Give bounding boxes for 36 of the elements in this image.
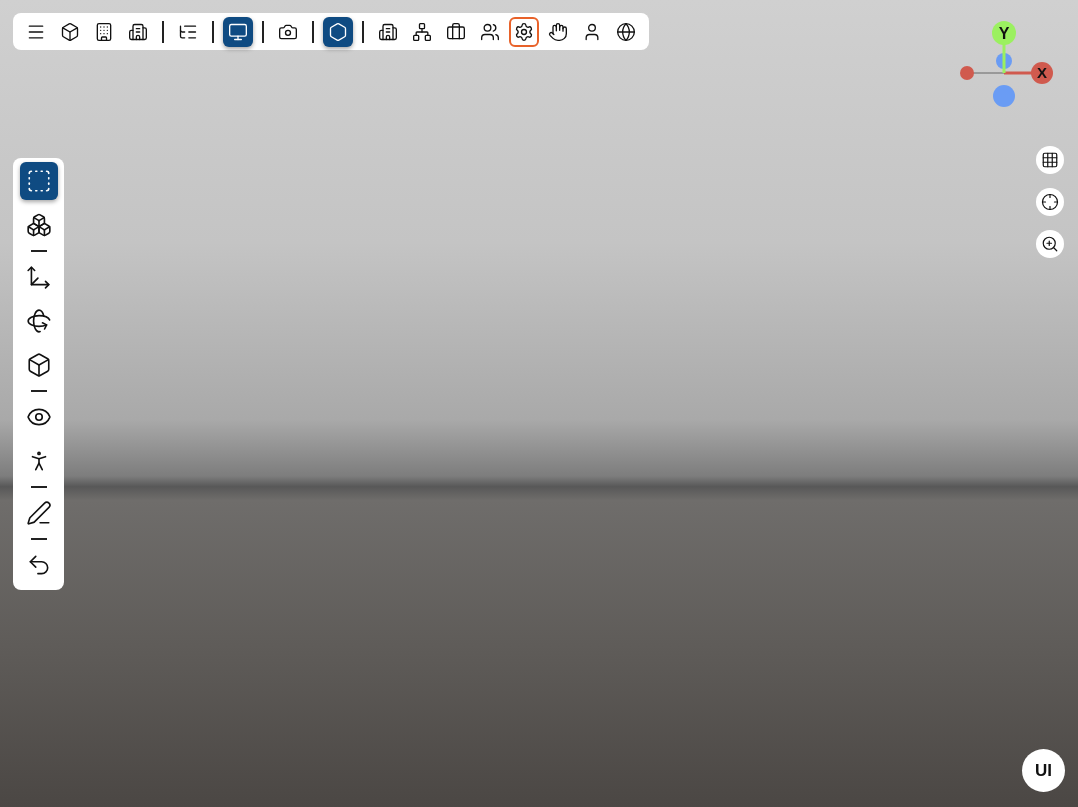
toolbar-button[interactable] — [509, 16, 539, 47]
cube-icon — [25, 352, 52, 378]
hand-icon — [548, 21, 568, 42]
globe-icon — [616, 21, 636, 42]
grid-icon — [1041, 151, 1059, 169]
zoom-in-icon — [1041, 235, 1059, 253]
axis-label: Y — [998, 25, 1010, 42]
pen-icon — [25, 500, 52, 526]
view-button[interactable] — [1036, 230, 1064, 258]
briefcase-icon — [446, 21, 466, 42]
network-icon — [412, 21, 432, 42]
x-axis[interactable]: X — [1004, 62, 1053, 84]
tool-button[interactable] — [19, 162, 58, 200]
building-icon — [94, 21, 114, 42]
ui-button[interactable]: UI — [1022, 749, 1065, 792]
building-icon — [378, 21, 398, 42]
axes-icon — [25, 264, 52, 290]
users-icon — [480, 21, 500, 42]
axis-handle[interactable] — [993, 85, 1015, 107]
cube-icon — [60, 21, 80, 42]
axis-label: X — [1037, 64, 1047, 81]
axis-handle[interactable] — [960, 66, 974, 80]
toolbar-button[interactable] — [323, 16, 353, 47]
y-axis[interactable]: Y — [992, 21, 1016, 73]
view-button[interactable] — [1036, 146, 1064, 174]
boxes-icon — [25, 212, 52, 238]
crosshair-icon — [1041, 193, 1059, 211]
hexagon-icon — [328, 21, 348, 42]
monitor-icon — [228, 21, 248, 42]
settings-icon — [514, 21, 534, 42]
dashed-square-icon — [25, 168, 52, 194]
rotate-icon — [25, 308, 52, 334]
view-button[interactable] — [1036, 188, 1064, 216]
building-icon — [128, 21, 148, 42]
axis-handle[interactable] — [996, 53, 1012, 69]
toolbar-button[interactable] — [223, 16, 253, 47]
